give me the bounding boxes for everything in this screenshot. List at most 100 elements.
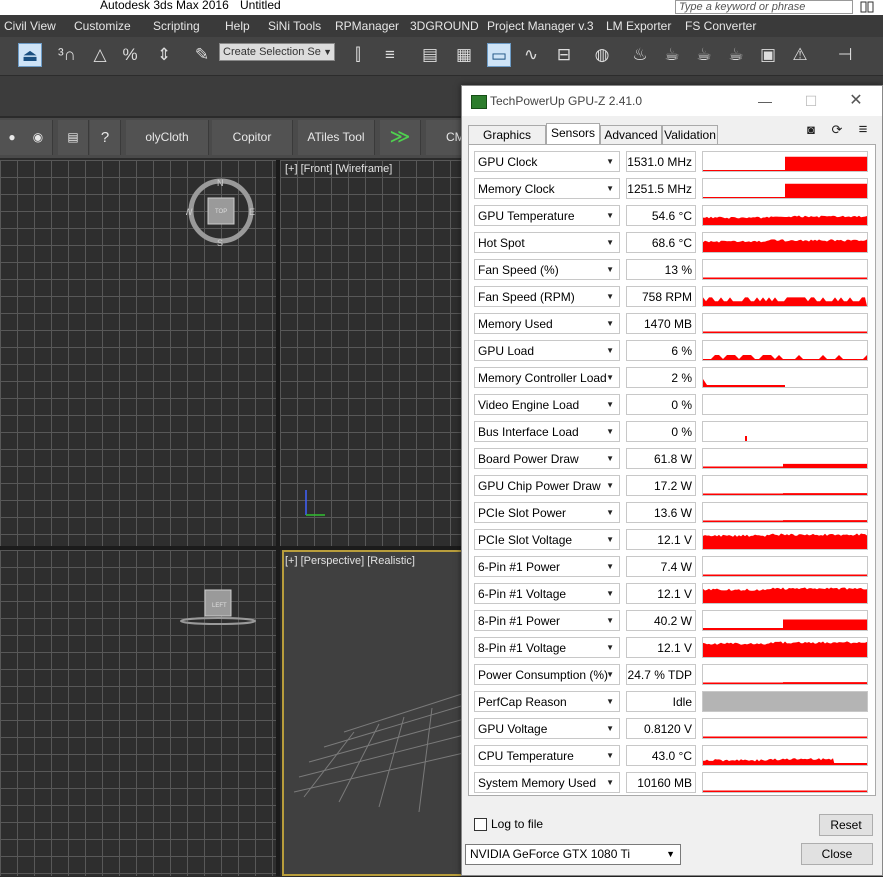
tab-sensors[interactable]: Sensors bbox=[546, 123, 600, 145]
render-setup-icon[interactable]: ♨ bbox=[628, 43, 652, 67]
chevrons-down-icon[interactable]: ≫ bbox=[380, 120, 421, 155]
tab-validation[interactable]: Validation bbox=[662, 125, 718, 144]
sensor-name-dropdown[interactable]: GPU Temperature ▼ bbox=[474, 205, 620, 226]
atiles-tool-button[interactable]: ATiles Tool bbox=[298, 120, 375, 155]
sensor-name-dropdown[interactable]: Board Power Draw ▼ bbox=[474, 448, 620, 469]
sensor-sparkline bbox=[703, 215, 867, 225]
scene-explorer-icon[interactable]: ▦ bbox=[452, 43, 476, 67]
sensor-name-dropdown[interactable]: GPU Voltage ▼ bbox=[474, 718, 620, 739]
menu-project-manager[interactable]: Project Manager v.3 bbox=[487, 19, 594, 33]
spinner-snap-icon[interactable]: ⇕ bbox=[152, 43, 176, 67]
sensor-value: 0 % bbox=[626, 421, 696, 442]
menu-sini-tools[interactable]: SiNi Tools bbox=[268, 19, 321, 33]
toolbar-extra-icon[interactable]: ⊣ bbox=[833, 43, 857, 67]
menu-3dground[interactable]: 3DGROUND bbox=[410, 19, 479, 33]
minimize-icon[interactable]: — bbox=[750, 90, 780, 112]
chevron-down-icon: ▼ bbox=[606, 292, 614, 301]
camera-icon[interactable]: ◙ bbox=[802, 122, 820, 138]
align-icon[interactable]: ≡ bbox=[378, 43, 402, 67]
tab-graphics-card[interactable]: Graphics Card bbox=[468, 125, 546, 160]
keyword-search-input[interactable]: Type a keyword or phrase bbox=[675, 0, 853, 14]
reset-button[interactable]: Reset bbox=[819, 814, 873, 836]
script-icon-b[interactable]: ◉ bbox=[24, 120, 53, 155]
close-button[interactable]: Close bbox=[801, 843, 873, 865]
layer-manager-icon[interactable]: ▤ bbox=[418, 43, 442, 67]
sensor-name-dropdown[interactable]: 6-Pin #1 Voltage ▼ bbox=[474, 583, 620, 604]
angle-snap-icon[interactable]: △ bbox=[88, 43, 112, 67]
sensor-name-dropdown[interactable]: CPU Temperature ▼ bbox=[474, 745, 620, 766]
close-icon[interactable]: ✕ bbox=[841, 90, 871, 112]
sensor-name-dropdown[interactable]: GPU Load ▼ bbox=[474, 340, 620, 361]
checkbox-box[interactable] bbox=[474, 818, 487, 831]
sensor-sparkline-path bbox=[703, 493, 867, 495]
viewport-perspective[interactable] bbox=[282, 550, 470, 876]
polycloth-brush-button[interactable]: olyCloth Brushe bbox=[126, 120, 209, 155]
sensor-row: PCIe Slot Power ▼ 13.6 W bbox=[474, 502, 876, 525]
menu-lm-exporter[interactable]: LM Exporter bbox=[606, 19, 671, 33]
sensor-name-dropdown[interactable]: GPU Chip Power Draw ▼ bbox=[474, 475, 620, 496]
render-iterative-icon[interactable]: ☕ bbox=[724, 43, 748, 67]
select-object-icon[interactable]: ⏏ bbox=[18, 43, 42, 67]
material-editor-icon[interactable]: ◍ bbox=[590, 43, 614, 67]
warning-icon[interactable]: ⚠ bbox=[788, 43, 812, 67]
sensor-name-dropdown[interactable]: 6-Pin #1 Power ▼ bbox=[474, 556, 620, 577]
script-icon-a[interactable]: ● bbox=[0, 120, 25, 155]
menu-civil-view[interactable]: Civil View bbox=[4, 19, 56, 33]
sensor-name-dropdown[interactable]: Fan Speed (RPM) ▼ bbox=[474, 286, 620, 307]
rendered-frame-icon[interactable]: ☕ bbox=[660, 43, 684, 67]
script-icon-c[interactable]: ▤ bbox=[58, 120, 89, 155]
copitor-button[interactable]: Copitor bbox=[212, 120, 293, 155]
menu-customize[interactable]: Customize bbox=[74, 19, 131, 33]
maximize-icon[interactable]: ☐ bbox=[796, 90, 826, 112]
binoculars-icon[interactable] bbox=[857, 0, 877, 15]
gpuz-title-bar[interactable]: TechPowerUp GPU-Z 2.41.0 — ☐ ✕ bbox=[462, 86, 882, 116]
sensor-name-dropdown[interactable]: Memory Controller Load ▼ bbox=[474, 367, 620, 388]
sensor-name-dropdown[interactable]: 8-Pin #1 Voltage ▼ bbox=[474, 637, 620, 658]
sensor-name-dropdown[interactable]: Fan Speed (%) ▼ bbox=[474, 259, 620, 280]
sensor-name-dropdown[interactable]: Memory Clock ▼ bbox=[474, 178, 620, 199]
sensor-graph bbox=[702, 691, 868, 712]
sensor-sparkline-path bbox=[703, 736, 867, 738]
sensor-name-dropdown[interactable]: Hot Spot ▼ bbox=[474, 232, 620, 253]
viewport-divider-vertical[interactable] bbox=[276, 160, 280, 876]
menu-fs-converter[interactable]: FS Converter bbox=[685, 19, 756, 33]
sensor-name-dropdown[interactable]: 8-Pin #1 Power ▼ bbox=[474, 610, 620, 631]
percent-snap-icon[interactable]: % bbox=[118, 43, 142, 67]
sensor-name-dropdown[interactable]: Power Consumption (%) ▼ bbox=[474, 664, 620, 685]
menu-rpmanager[interactable]: RPManager bbox=[335, 19, 399, 33]
edit-named-selection-icon[interactable]: ✎ bbox=[190, 43, 214, 67]
sensor-name-dropdown[interactable]: PCIe Slot Voltage ▼ bbox=[474, 529, 620, 550]
menu-icon[interactable]: ≡ bbox=[854, 122, 872, 138]
sensor-name-dropdown[interactable]: GPU Clock ▼ bbox=[474, 151, 620, 172]
ribbon-toggle-icon[interactable]: ▭ bbox=[487, 43, 511, 67]
sensor-name-dropdown[interactable]: System Memory Used ▼ bbox=[474, 772, 620, 793]
viewcube-left[interactable]: LEFT bbox=[180, 588, 260, 630]
tab-advanced[interactable]: Advanced bbox=[600, 125, 662, 144]
help-circle-icon[interactable]: ? bbox=[90, 120, 121, 155]
perspective-viewport-label[interactable]: [+] [Perspective] [Realistic] bbox=[285, 555, 415, 567]
render-activeshade-icon[interactable]: ▣ bbox=[756, 43, 780, 67]
sensor-name-dropdown[interactable]: Bus Interface Load ▼ bbox=[474, 421, 620, 442]
viewcube-compass[interactable]: TOP N S E W bbox=[186, 176, 256, 246]
sensor-name-dropdown[interactable]: Memory Used ▼ bbox=[474, 313, 620, 334]
sensor-name-dropdown[interactable]: Video Engine Load ▼ bbox=[474, 394, 620, 415]
sensor-sparkline bbox=[703, 156, 867, 171]
gpuz-title: TechPowerUp GPU-Z 2.41.0 bbox=[490, 94, 643, 108]
front-viewport-label[interactable]: [+] [Front] [Wireframe] bbox=[285, 163, 392, 175]
snap-3d-icon[interactable]: ³∩ bbox=[55, 43, 79, 67]
curve-editor-icon[interactable]: ∿ bbox=[519, 43, 543, 67]
sensor-sparkline bbox=[703, 533, 867, 549]
sensor-row: GPU Clock ▼ 1531.0 MHz bbox=[474, 151, 876, 174]
sensor-name-dropdown[interactable]: PerfCap Reason ▼ bbox=[474, 691, 620, 712]
gpu-select-dropdown[interactable]: NVIDIA GeForce GTX 1080 Ti ▼ bbox=[465, 844, 681, 865]
schematic-view-icon[interactable]: ⊟ bbox=[552, 43, 576, 67]
render-production-icon[interactable]: ☕ bbox=[692, 43, 716, 67]
menu-scripting[interactable]: Scripting bbox=[153, 19, 200, 33]
sensor-sparkline-path bbox=[703, 355, 867, 360]
menu-help[interactable]: Help bbox=[225, 19, 250, 33]
mirror-icon[interactable]: ⫿ bbox=[346, 43, 370, 67]
named-selection-set-dropdown[interactable]: Create Selection Se ▼ bbox=[219, 43, 335, 61]
sensor-sparkline bbox=[703, 619, 867, 630]
refresh-icon[interactable]: ⟳ bbox=[828, 122, 846, 138]
sensor-name-dropdown[interactable]: PCIe Slot Power ▼ bbox=[474, 502, 620, 523]
